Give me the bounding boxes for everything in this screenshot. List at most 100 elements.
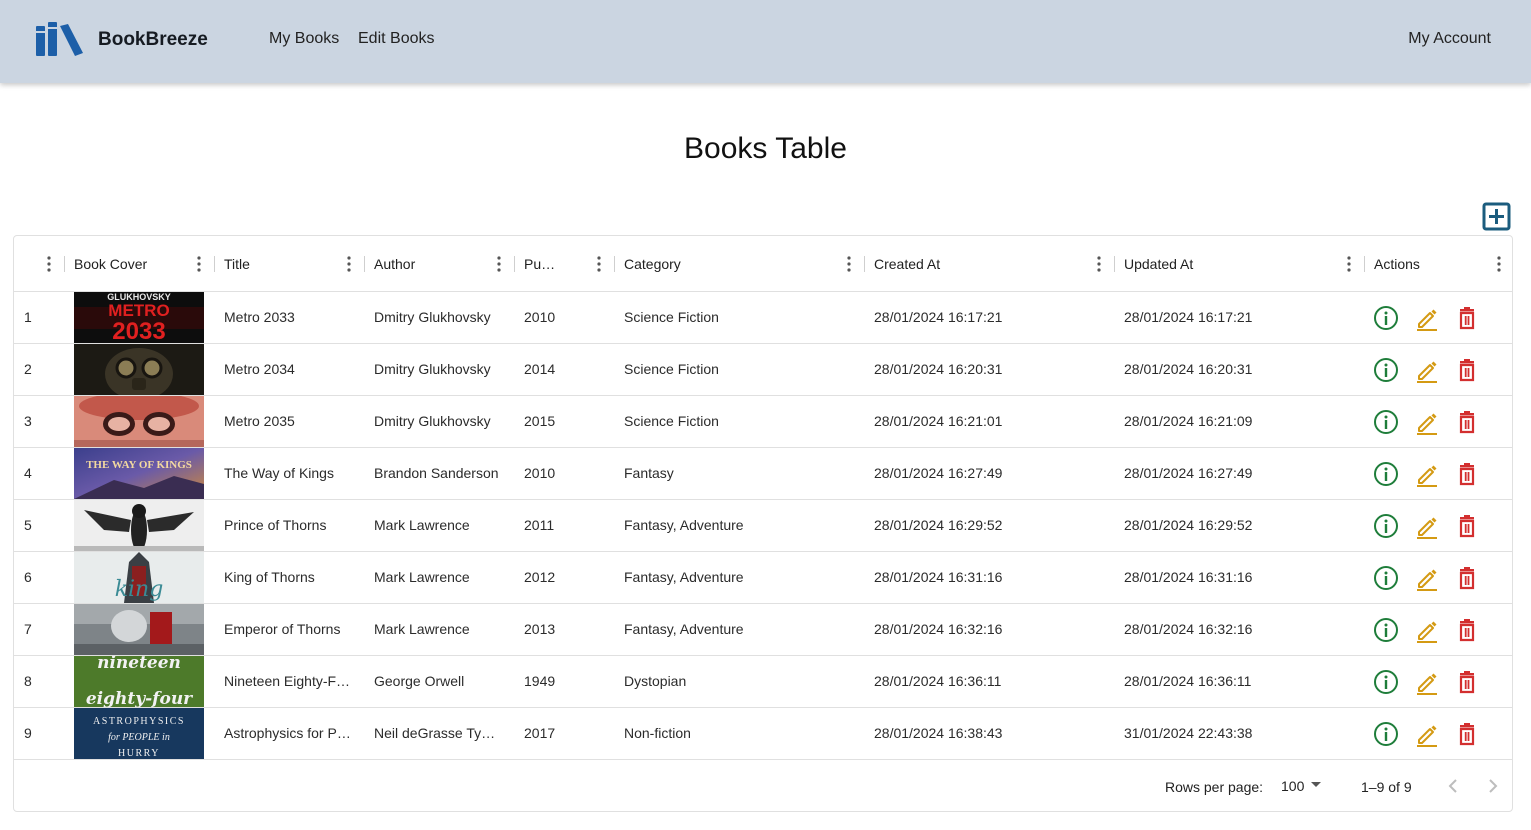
column-header-book-cover[interactable]: Book Cover bbox=[64, 236, 215, 292]
delete-icon[interactable] bbox=[1454, 357, 1480, 383]
dropdown-arrow-icon bbox=[1311, 782, 1321, 787]
cell-updated-at: 31/01/2024 22:43:38 bbox=[1124, 725, 1253, 741]
nav-my-account[interactable]: My Account bbox=[1408, 30, 1491, 48]
edit-icon[interactable] bbox=[1414, 513, 1440, 539]
cell-category: Fantasy, Adventure bbox=[624, 517, 744, 533]
delete-icon[interactable] bbox=[1454, 669, 1480, 695]
table-row[interactable]: 1 GLUKHOVSKY METRO 2033 Metro 2033 Dmitr… bbox=[14, 292, 1512, 344]
table-row[interactable]: 5 Prince of Thorns Mark Lawrence 2011 Fa… bbox=[14, 500, 1512, 552]
column-header-author[interactable]: Author bbox=[364, 236, 515, 292]
table-row[interactable]: 7 Emperor of Thorns Mark Lawrence 2013 F… bbox=[14, 604, 1512, 656]
cell-author: Dmitry Glukhovsky bbox=[374, 309, 491, 325]
app-bar: BookBreeze My Books Edit Books My Accoun… bbox=[0, 0, 1531, 83]
cell-id: 6 bbox=[24, 569, 32, 585]
column-header-actions[interactable]: Actions bbox=[1364, 236, 1512, 292]
brand-name[interactable]: BookBreeze bbox=[98, 29, 208, 51]
column-header-id[interactable] bbox=[14, 236, 65, 292]
nav-my-books[interactable]: My Books bbox=[269, 30, 339, 48]
rows-per-page-select[interactable]: 100 bbox=[1281, 775, 1327, 797]
metro-2035-cover bbox=[74, 396, 204, 447]
info-icon[interactable] bbox=[1373, 721, 1399, 747]
cell-author: Brandon Sanderson bbox=[374, 465, 499, 481]
info-icon[interactable] bbox=[1373, 513, 1399, 539]
column-menu-icon[interactable] bbox=[347, 256, 351, 272]
column-menu-icon[interactable] bbox=[497, 256, 501, 272]
previous-page-icon[interactable] bbox=[1441, 773, 1465, 799]
cell-author: Mark Lawrence bbox=[374, 517, 470, 533]
edit-icon[interactable] bbox=[1414, 409, 1440, 435]
books-logo-icon[interactable] bbox=[36, 22, 84, 56]
table-row[interactable]: 9 ASTROPHYSICS for PEOPLE in HURRY Astro… bbox=[14, 708, 1512, 760]
info-icon[interactable] bbox=[1373, 669, 1399, 695]
cell-updated-at: 28/01/2024 16:31:16 bbox=[1124, 569, 1253, 585]
column-header-label: Category bbox=[624, 256, 681, 272]
info-icon[interactable] bbox=[1373, 565, 1399, 591]
column-menu-icon[interactable] bbox=[597, 256, 601, 272]
column-menu-icon[interactable] bbox=[1097, 256, 1101, 272]
delete-icon[interactable] bbox=[1454, 409, 1480, 435]
cell-id: 7 bbox=[24, 621, 32, 637]
column-header-label: Created At bbox=[874, 256, 941, 272]
delete-icon[interactable] bbox=[1454, 461, 1480, 487]
column-header-category[interactable]: Category bbox=[614, 236, 865, 292]
cell-updated-at: 28/01/2024 16:36:11 bbox=[1124, 673, 1252, 689]
cell-created-at: 28/01/2024 16:31:16 bbox=[874, 569, 1003, 585]
cell-id: 1 bbox=[24, 309, 32, 325]
edit-icon[interactable] bbox=[1414, 669, 1440, 695]
info-icon[interactable] bbox=[1373, 305, 1399, 331]
info-icon[interactable] bbox=[1373, 357, 1399, 383]
nav-edit-books[interactable]: Edit Books bbox=[358, 30, 434, 48]
delete-icon[interactable] bbox=[1454, 513, 1480, 539]
cell-created-at: 28/01/2024 16:36:11 bbox=[874, 673, 1002, 689]
column-menu-icon[interactable] bbox=[197, 256, 201, 272]
edit-icon[interactable] bbox=[1414, 305, 1440, 331]
add-book-icon[interactable] bbox=[1482, 202, 1511, 231]
next-page-icon[interactable] bbox=[1481, 773, 1505, 799]
cell-author: Neil deGrasse Ty… bbox=[374, 725, 496, 741]
cell-category: Fantasy, Adventure bbox=[624, 621, 744, 637]
edit-icon[interactable] bbox=[1414, 617, 1440, 643]
column-menu-icon[interactable] bbox=[847, 256, 851, 272]
info-icon[interactable] bbox=[1373, 409, 1399, 435]
column-menu-icon[interactable] bbox=[1497, 256, 1501, 272]
cell-title: Astrophysics for P… bbox=[224, 725, 351, 741]
cell-author: Mark Lawrence bbox=[374, 569, 470, 585]
edit-icon[interactable] bbox=[1414, 357, 1440, 383]
cell-published: 2015 bbox=[524, 413, 556, 429]
delete-icon[interactable] bbox=[1454, 617, 1480, 643]
grid-header: Book Cover Title Author Pu… Category Cre… bbox=[14, 236, 1512, 292]
table-row[interactable]: 6 king King of Thorns Mark Lawrence 2012… bbox=[14, 552, 1512, 604]
edit-icon[interactable] bbox=[1414, 461, 1440, 487]
cell-category: Dystopian bbox=[624, 673, 687, 689]
column-menu-icon[interactable] bbox=[1347, 256, 1351, 272]
info-icon[interactable] bbox=[1373, 461, 1399, 487]
cell-author: George Orwell bbox=[374, 673, 465, 689]
column-header-title[interactable]: Title bbox=[214, 236, 365, 292]
svg-text:nineteen: nineteen bbox=[97, 656, 181, 673]
cell-updated-at: 28/01/2024 16:29:52 bbox=[1124, 517, 1253, 533]
delete-icon[interactable] bbox=[1454, 305, 1480, 331]
pagination-range: 1–9 of 9 bbox=[1361, 779, 1412, 795]
column-header-published[interactable]: Pu… bbox=[514, 236, 615, 292]
delete-icon[interactable] bbox=[1454, 565, 1480, 591]
column-menu-icon[interactable] bbox=[47, 256, 51, 272]
edit-icon[interactable] bbox=[1414, 565, 1440, 591]
cell-created-at: 28/01/2024 16:38:43 bbox=[874, 725, 1003, 741]
edit-icon[interactable] bbox=[1414, 721, 1440, 747]
info-icon[interactable] bbox=[1373, 617, 1399, 643]
column-header-updated-at[interactable]: Updated At bbox=[1114, 236, 1365, 292]
table-row[interactable]: 4 THE WAY OF KINGS The Way of Kings Bran… bbox=[14, 448, 1512, 500]
table-row[interactable]: 2 Metro 2034 Dmitry Glukhovsky 2014 Scie… bbox=[14, 344, 1512, 396]
table-row[interactable]: 3 Metro 2035 Dmitry Glukhovsky 2015 Scie… bbox=[14, 396, 1512, 448]
table-row[interactable]: 8 nineteen eighty-four Nineteen Eighty-F… bbox=[14, 656, 1512, 708]
cell-title: King of Thorns bbox=[224, 569, 315, 585]
way-of-kings-cover: THE WAY OF KINGS bbox=[74, 448, 204, 499]
cell-published: 2017 bbox=[524, 725, 556, 741]
cell-created-at: 28/01/2024 16:27:49 bbox=[874, 465, 1003, 481]
cell-created-at: 28/01/2024 16:20:31 bbox=[874, 361, 1003, 377]
cell-updated-at: 28/01/2024 16:32:16 bbox=[1124, 621, 1253, 637]
column-header-created-at[interactable]: Created At bbox=[864, 236, 1115, 292]
cell-published: 2013 bbox=[524, 621, 556, 637]
cell-category: Science Fiction bbox=[624, 413, 719, 429]
delete-icon[interactable] bbox=[1454, 721, 1480, 747]
